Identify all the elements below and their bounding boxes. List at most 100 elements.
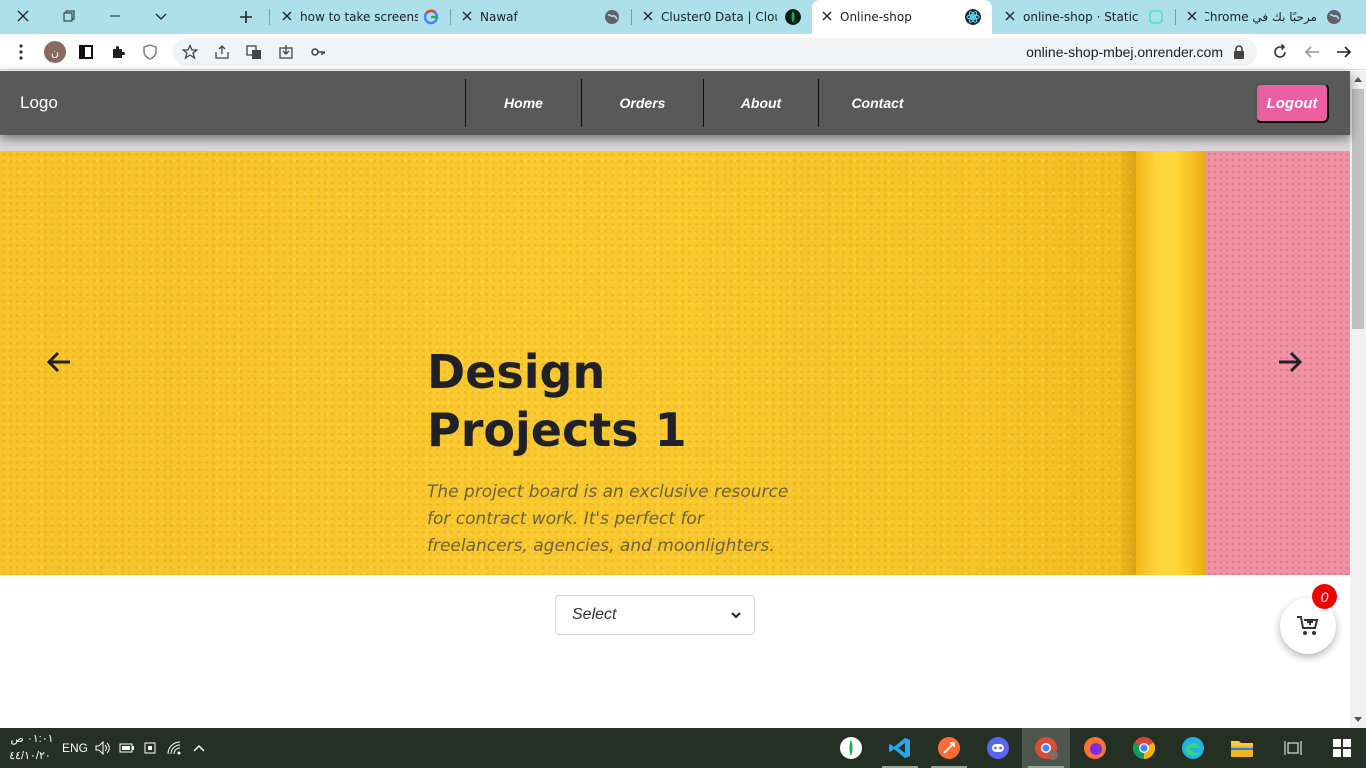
close-icon[interactable] bbox=[1003, 9, 1017, 23]
volume-button[interactable] bbox=[94, 739, 112, 757]
tab-search-button[interactable] bbox=[138, 0, 184, 32]
tab-separator bbox=[1175, 9, 1176, 25]
carousel-next-button[interactable] bbox=[1275, 347, 1305, 377]
close-icon bbox=[17, 10, 29, 22]
share-button[interactable] bbox=[212, 42, 232, 62]
translate-button[interactable] bbox=[244, 42, 264, 62]
vscode-icon bbox=[889, 738, 910, 758]
windows-logo-icon bbox=[1333, 739, 1351, 757]
chevron-down-icon bbox=[731, 612, 741, 619]
tab-separator bbox=[269, 9, 270, 25]
tab-strip: how to take screenshot Nawaf Cluster0 Da… bbox=[0, 0, 1366, 34]
logout-button[interactable]: Logout bbox=[1255, 83, 1329, 123]
tab-cluster0[interactable]: Cluster0 Data | Cloud bbox=[633, 0, 809, 34]
taskbar-start-button[interactable] bbox=[1318, 728, 1366, 768]
side-panel-icon bbox=[79, 45, 93, 59]
star-icon bbox=[182, 44, 198, 60]
render-icon bbox=[1149, 10, 1163, 24]
close-icon[interactable] bbox=[460, 9, 474, 23]
close-icon[interactable] bbox=[820, 9, 834, 23]
react-icon bbox=[965, 9, 981, 25]
kebab-menu-icon bbox=[19, 44, 23, 60]
cart-icon bbox=[1297, 616, 1319, 635]
address-bar[interactable]: online-shop-mbej.onrender.com bbox=[173, 38, 1257, 66]
taskbar-edge[interactable] bbox=[1169, 728, 1217, 768]
reload-button[interactable] bbox=[1270, 42, 1290, 62]
nav-link-home[interactable]: Home bbox=[465, 79, 581, 127]
restore-window-button[interactable] bbox=[46, 0, 92, 32]
postman-icon bbox=[938, 737, 960, 759]
shield-extension-button[interactable] bbox=[140, 42, 160, 62]
close-icon[interactable] bbox=[641, 9, 655, 23]
page-scrollbar[interactable] bbox=[1350, 71, 1366, 728]
tab-title: how to take screenshot bbox=[300, 10, 418, 24]
nav-link-orders[interactable]: Orders bbox=[581, 79, 703, 127]
scrollbar-thumb[interactable] bbox=[1352, 89, 1364, 329]
tab-welcome-chrome[interactable]: مرحبًا بك في Chrome bbox=[1177, 0, 1347, 34]
taskbar-discord[interactable] bbox=[974, 728, 1022, 768]
clock-date[interactable]: ٤٤/١٠/٢٠ bbox=[8, 749, 52, 762]
battery-button[interactable] bbox=[118, 739, 136, 757]
wifi-icon bbox=[167, 741, 181, 755]
back-button[interactable] bbox=[1334, 42, 1354, 62]
profile-avatar[interactable]: ن bbox=[44, 41, 66, 63]
network-button[interactable] bbox=[166, 739, 184, 757]
browser-toolbar: ن online-shop-mbej.onrender.com bbox=[0, 34, 1366, 70]
minimize-window-button[interactable] bbox=[92, 0, 138, 32]
tab-online-shop[interactable]: Online-shop bbox=[812, 0, 992, 34]
scroll-up-icon[interactable] bbox=[1354, 77, 1362, 82]
nav-link-contact[interactable]: Contact bbox=[818, 79, 936, 127]
site-logo[interactable]: Logo bbox=[20, 93, 58, 113]
install-app-button[interactable] bbox=[276, 42, 296, 62]
windows-taskbar: ٠١:٠١ ص ٤٤/١٠/٢٠ ENG bbox=[0, 728, 1366, 768]
hero-shadow-band bbox=[0, 135, 1350, 151]
new-tab-button[interactable] bbox=[232, 6, 260, 28]
extensions-button[interactable] bbox=[108, 42, 128, 62]
taskbar-postman[interactable] bbox=[925, 728, 973, 768]
side-panel-button[interactable] bbox=[76, 42, 96, 62]
chevron-up-icon bbox=[193, 744, 205, 752]
meet-now-button[interactable] bbox=[142, 739, 160, 757]
tab-render-static-site[interactable]: online-shop · Static Si bbox=[995, 0, 1171, 34]
tab-google-search[interactable]: how to take screenshot bbox=[272, 0, 448, 34]
battery-icon bbox=[119, 743, 134, 753]
taskbar-task-view[interactable] bbox=[1269, 728, 1317, 768]
taskbar-mongodb-compass[interactable] bbox=[827, 728, 875, 768]
translate-icon bbox=[246, 45, 261, 59]
taskbar-firefox[interactable] bbox=[1071, 728, 1119, 768]
clock-time[interactable]: ٠١:٠١ ص bbox=[10, 732, 54, 745]
reload-icon bbox=[1274, 44, 1286, 58]
folder-icon bbox=[1231, 741, 1253, 757]
tab-title: Cluster0 Data | Cloud bbox=[661, 10, 777, 24]
url-text: online-shop-mbej.onrender.com bbox=[1026, 44, 1223, 60]
close-icon[interactable] bbox=[280, 9, 294, 23]
arrow-left-icon bbox=[1304, 46, 1319, 58]
lock-icon bbox=[1234, 45, 1244, 59]
nav-link-about[interactable]: About bbox=[703, 79, 818, 127]
language-indicator[interactable]: ENG bbox=[62, 741, 88, 755]
taskbar-chrome[interactable] bbox=[1120, 728, 1168, 768]
shield-icon bbox=[143, 44, 157, 60]
taskbar-file-explorer[interactable] bbox=[1218, 728, 1266, 768]
minimize-icon bbox=[110, 15, 120, 17]
close-window-button[interactable] bbox=[0, 0, 46, 32]
tab-nawaf[interactable]: Nawaf bbox=[452, 0, 628, 34]
browser-menu-button[interactable] bbox=[11, 42, 31, 62]
carousel-prev-button[interactable] bbox=[44, 347, 74, 377]
taskbar-vscode[interactable] bbox=[876, 728, 924, 768]
category-select[interactable]: Select bbox=[555, 595, 755, 635]
edge-icon bbox=[1182, 737, 1204, 759]
tab-title: Nawaf bbox=[480, 10, 518, 24]
chevron-down-icon bbox=[155, 13, 167, 20]
taskbar-chrome-profile[interactable] bbox=[1022, 728, 1070, 768]
scroll-down-icon[interactable] bbox=[1354, 717, 1362, 722]
hero-carousel: Design Projects 1 The project board is a… bbox=[0, 151, 1350, 575]
password-key-button[interactable] bbox=[308, 42, 328, 62]
close-icon[interactable] bbox=[1185, 9, 1199, 23]
site-info-button[interactable] bbox=[1229, 42, 1249, 62]
arrow-right-icon bbox=[1279, 351, 1303, 373]
forward-button[interactable] bbox=[1302, 42, 1322, 62]
task-view-icon bbox=[1284, 741, 1302, 755]
bookmark-star-button[interactable] bbox=[180, 42, 200, 62]
hidden-icons-button[interactable] bbox=[190, 739, 208, 757]
